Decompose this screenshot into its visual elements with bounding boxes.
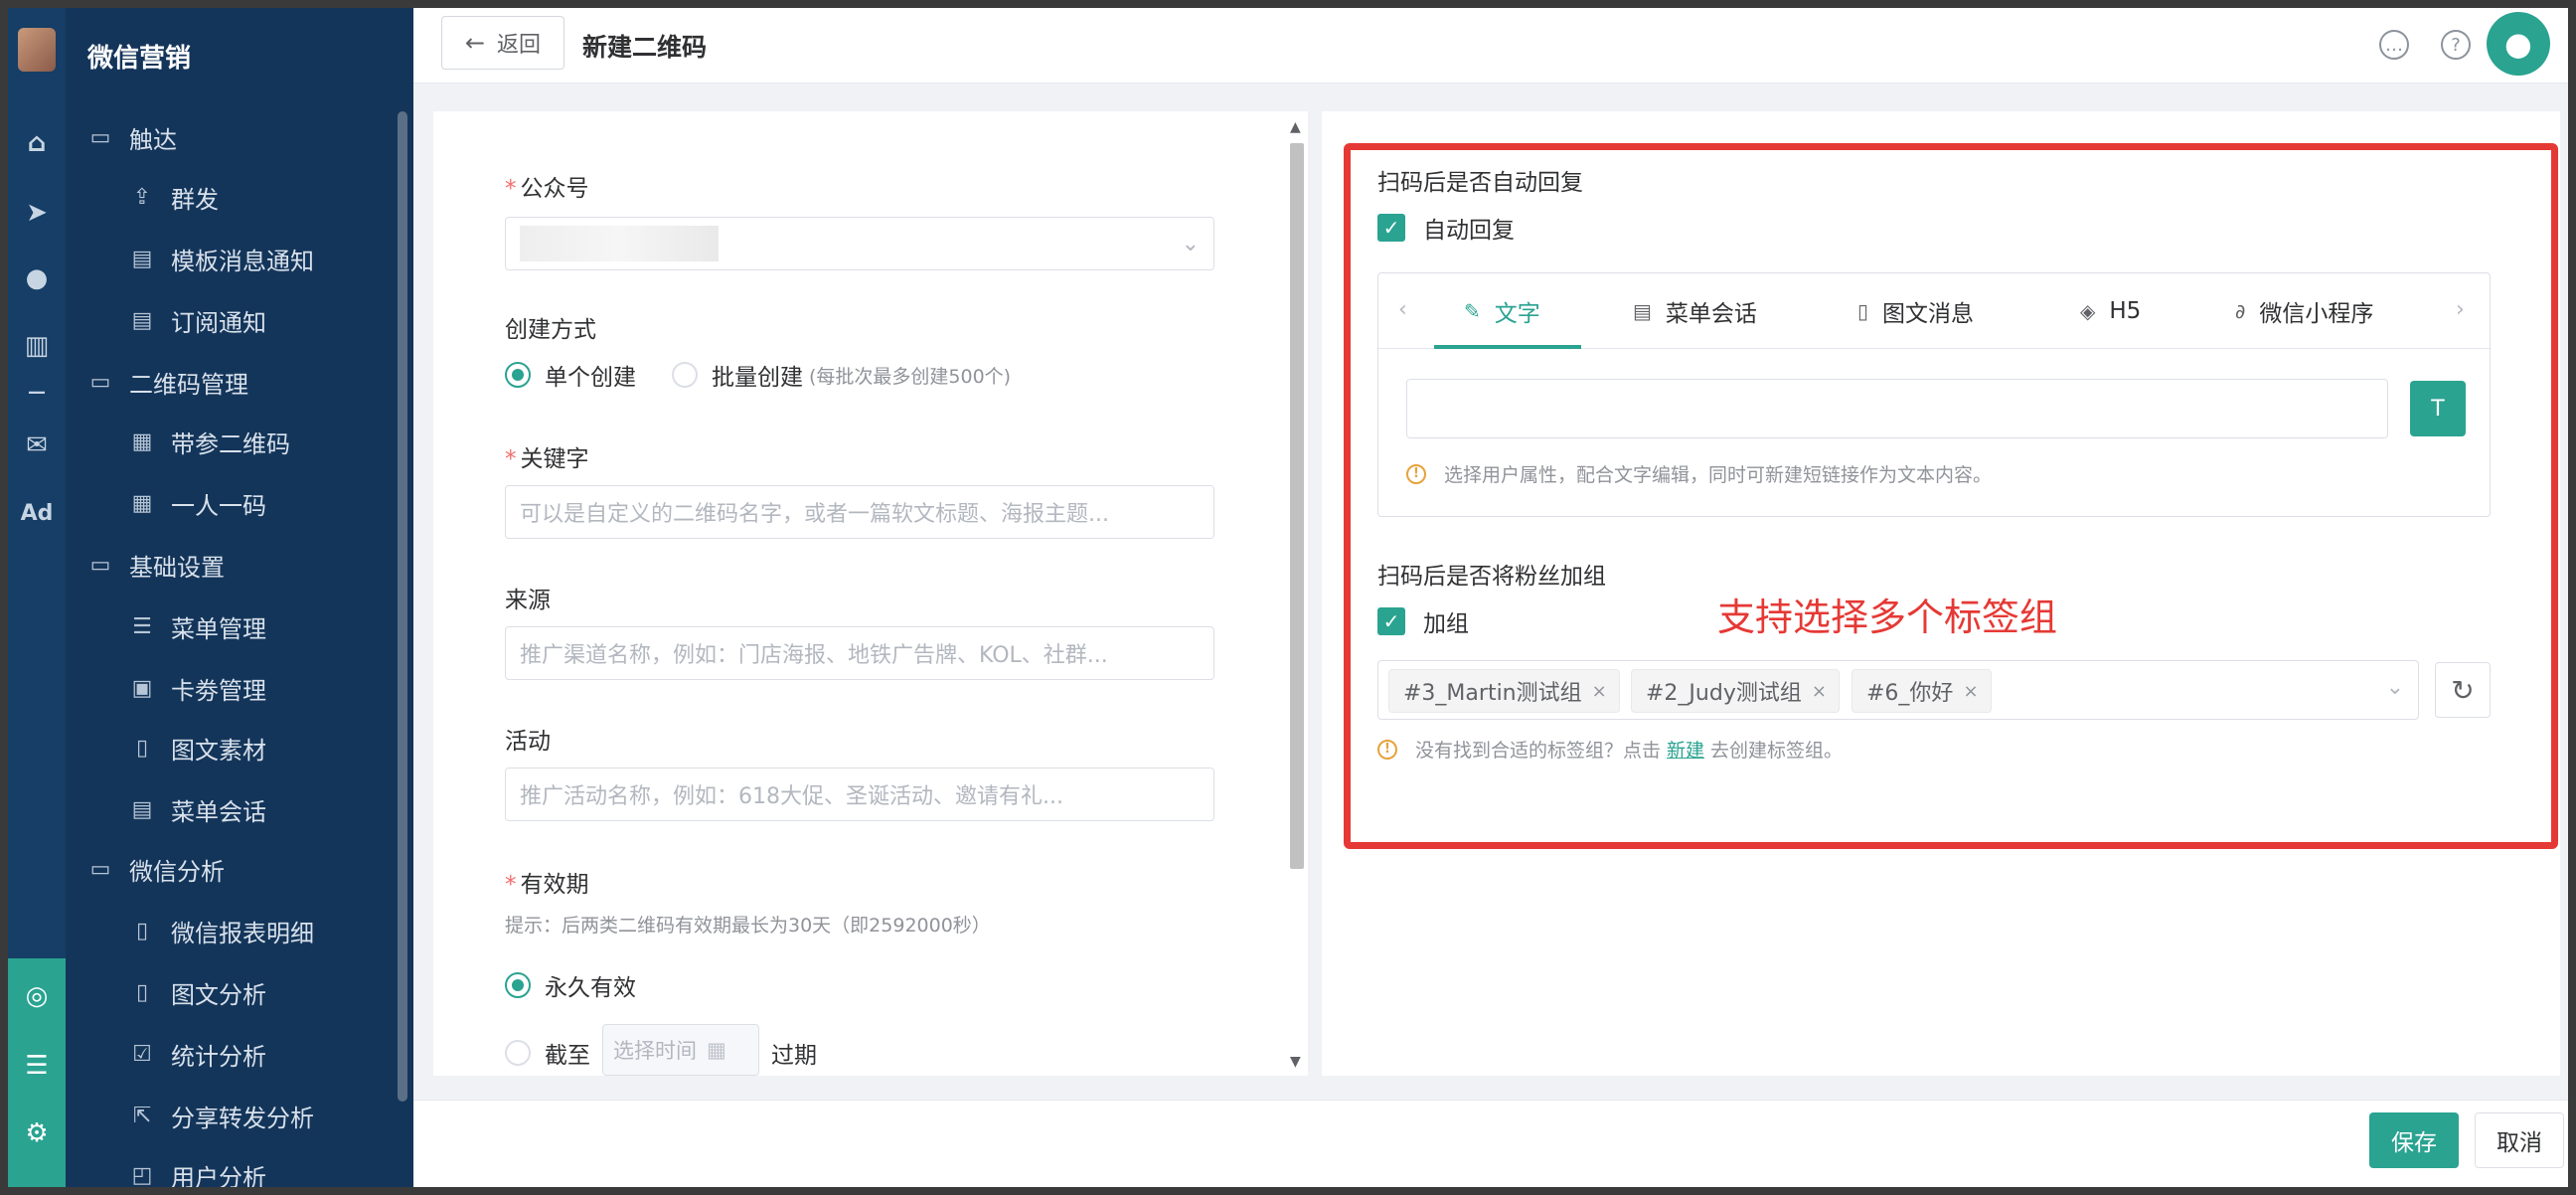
upload-icon: ⇪ — [132, 184, 152, 210]
keyword-label: * 关键字 — [505, 446, 589, 472]
validity-hint: 提示：后两类二维码有效期最长为30天（即2592000秒） — [505, 915, 991, 937]
sidebar-brand: 微信营销 — [87, 44, 192, 74]
validity-label: * 有效期 — [505, 872, 589, 898]
keyword-input[interactable]: 可以是自定义的二维码名字，或者一篇软文标题、海报主题... — [505, 485, 1214, 539]
sidebar-item-article-analysis[interactable]: ▯ 图文分析 — [127, 972, 266, 1012]
bar-chart-icon[interactable]: ▥ — [8, 320, 66, 372]
sidebar-item-user-analysis[interactable]: ◰ 用户分析 — [127, 1155, 266, 1188]
source-input[interactable]: 推广渠道名称，例如：门店海报、地铁广告牌、KOL、社群... — [505, 626, 1214, 680]
form-scrollbar-thumb[interactable] — [1290, 143, 1304, 869]
gear-icon[interactable]: ⚙ — [8, 1108, 66, 1159]
wechat-icon[interactable]: ✉ — [8, 420, 66, 471]
template-icon: ▤ — [131, 246, 153, 271]
sidebar-item-stat-analysis[interactable]: ☑ 统计分析 — [127, 1034, 266, 1074]
ad-icon[interactable]: Ad — [8, 487, 66, 539]
source-label: 来源 — [505, 588, 551, 613]
sidebar-item-article-material[interactable]: ▯ 图文素材 — [127, 728, 266, 768]
account-select[interactable]: ⌄ — [505, 217, 1214, 270]
chat-icon: ▤ — [131, 796, 153, 822]
avatar[interactable]: ● — [2487, 12, 2550, 76]
help-icon[interactable]: ? — [2441, 30, 2471, 60]
sidebar-item-template-message[interactable]: ▤ 模板消息通知 — [127, 239, 314, 278]
activity-label: 活动 — [505, 729, 551, 755]
scroll-down-icon[interactable]: ▼ — [1290, 1054, 1301, 1070]
user-icon: ◰ — [131, 1162, 153, 1188]
send-icon[interactable]: ➤ — [8, 187, 66, 239]
sidebar-scrollbar[interactable] — [398, 111, 407, 1102]
sidebar-item-report-detail[interactable]: ▯ 微信报表明细 — [127, 911, 314, 950]
sidebar-item-card-manage[interactable]: ▣ 卡劵管理 — [127, 668, 266, 708]
back-button[interactable]: ← 返回 — [441, 16, 564, 70]
activity-input[interactable]: 推广活动名称，例如：618大促、圣诞活动、邀请有礼... — [505, 768, 1214, 821]
qrcode-icon: ▦ — [131, 428, 153, 454]
footer-bar: 保存 取消 — [413, 1100, 2568, 1187]
qrcode-icon: ▦ — [131, 490, 153, 516]
template-icon: ▤ — [131, 307, 153, 333]
sidebar-item-reach[interactable]: ▭ 触达 — [85, 117, 177, 157]
sidebar-item-broadcast[interactable]: ⇪ 群发 — [127, 177, 219, 217]
folder-icon: ▭ — [89, 124, 111, 150]
highlight-box — [1344, 143, 2558, 849]
top-header: ← 返回 新建二维码 … ? ● — [413, 8, 2568, 84]
sidebar-item-one-person-one-code[interactable]: ▦ 一人一码 — [127, 483, 266, 523]
message-icon[interactable]: … — [2379, 30, 2409, 60]
single-create-radio[interactable]: 单个创建 — [505, 358, 636, 392]
create-mode-label: 创建方式 — [505, 317, 596, 343]
scroll-up-icon[interactable]: ▲ — [1290, 119, 1301, 135]
chevron-down-icon: ⌄ — [1181, 231, 1200, 256]
server-icon[interactable]: ☰ — [8, 1040, 66, 1092]
radio-icon — [505, 1040, 531, 1066]
sidebar-item-param-qrcode[interactable]: ▦ 带参二维码 — [127, 422, 290, 461]
folder-icon: ▭ — [89, 552, 111, 578]
target-icon[interactable]: ◎ — [8, 970, 66, 1022]
account-value-blurred — [520, 226, 719, 261]
page-title: 新建二维码 — [582, 33, 708, 62]
cancel-button[interactable]: 取消 — [2475, 1112, 2564, 1168]
user-icon[interactable]: ● — [8, 253, 66, 304]
sidebar-item-share-analysis[interactable]: ⇱ 分享转发分析 — [127, 1096, 314, 1135]
radio-checked-icon — [505, 972, 531, 998]
document-icon: ▯ — [135, 979, 149, 1005]
icon-rail: ⌂ ➤ ● ▥ — ✉ Ad ◎ ☰ ⚙ — [8, 8, 66, 1187]
share-icon: ⇱ — [132, 1103, 152, 1128]
document-icon: ▯ — [135, 918, 149, 943]
forever-radio[interactable]: 永久有效 — [505, 968, 636, 1002]
form-panel: * 公众号 ⌄ 创建方式 单个创建 批量创建 (每批次最多创建500个) * 关键字… — [433, 111, 1308, 1076]
app-logo — [18, 28, 56, 72]
calendar-icon: ▦ — [707, 1038, 726, 1062]
divider-icon: — — [28, 381, 46, 403]
account-label: * 公众号 — [505, 176, 589, 202]
card-icon: ▣ — [131, 675, 153, 701]
chart-icon: ☑ — [132, 1041, 152, 1067]
rail-bottom-block: ◎ ☰ ⚙ — [8, 958, 66, 1187]
arrow-left-icon: ← — [464, 29, 486, 57]
home-icon[interactable]: ⌂ — [8, 117, 66, 169]
batch-create-radio[interactable]: 批量创建 (每批次最多创建500个) — [672, 358, 1011, 392]
sidebar-item-basic-settings[interactable]: ▭ 基础设置 — [85, 545, 225, 585]
sidebar: 微信营销 ▭ 触达 ⇪ 群发 ▤ 模板消息通知 ▤ 订阅通知 ▭ 二维码管理 ▦ 带参二维码… — [66, 8, 413, 1187]
expire-label: 过期 — [771, 1043, 817, 1069]
radio-icon — [672, 362, 698, 388]
until-date-picker[interactable]: 选择时间 ▦ — [602, 1024, 759, 1076]
document-icon: ▯ — [135, 735, 149, 761]
radio-checked-icon — [505, 362, 531, 388]
folder-icon: ▭ — [89, 856, 111, 882]
until-radio[interactable]: 截至 — [505, 1036, 590, 1070]
save-button[interactable]: 保存 — [2369, 1112, 2459, 1168]
sidebar-item-qrcode-manage[interactable]: ▭ 二维码管理 — [85, 362, 248, 402]
sidebar-item-menu-session[interactable]: ▤ 菜单会话 — [127, 789, 266, 829]
sidebar-item-subscribe-notice[interactable]: ▤ 订阅通知 — [127, 300, 266, 340]
form-scrollbar[interactable]: ▲ ▼ — [1286, 119, 1308, 1074]
list-icon: ☰ — [132, 613, 152, 639]
folder-icon: ▭ — [89, 369, 111, 395]
sidebar-item-menu-manage[interactable]: ☰ 菜单管理 — [127, 606, 266, 646]
app-window: ⌂ ➤ ● ▥ — ✉ Ad ◎ ☰ ⚙ 微信营销 ▭ 触达 ⇪ 群发 ▤ 模板消息通… — [8, 8, 2568, 1187]
sidebar-item-wechat-analysis[interactable]: ▭ 微信分析 — [85, 849, 225, 889]
